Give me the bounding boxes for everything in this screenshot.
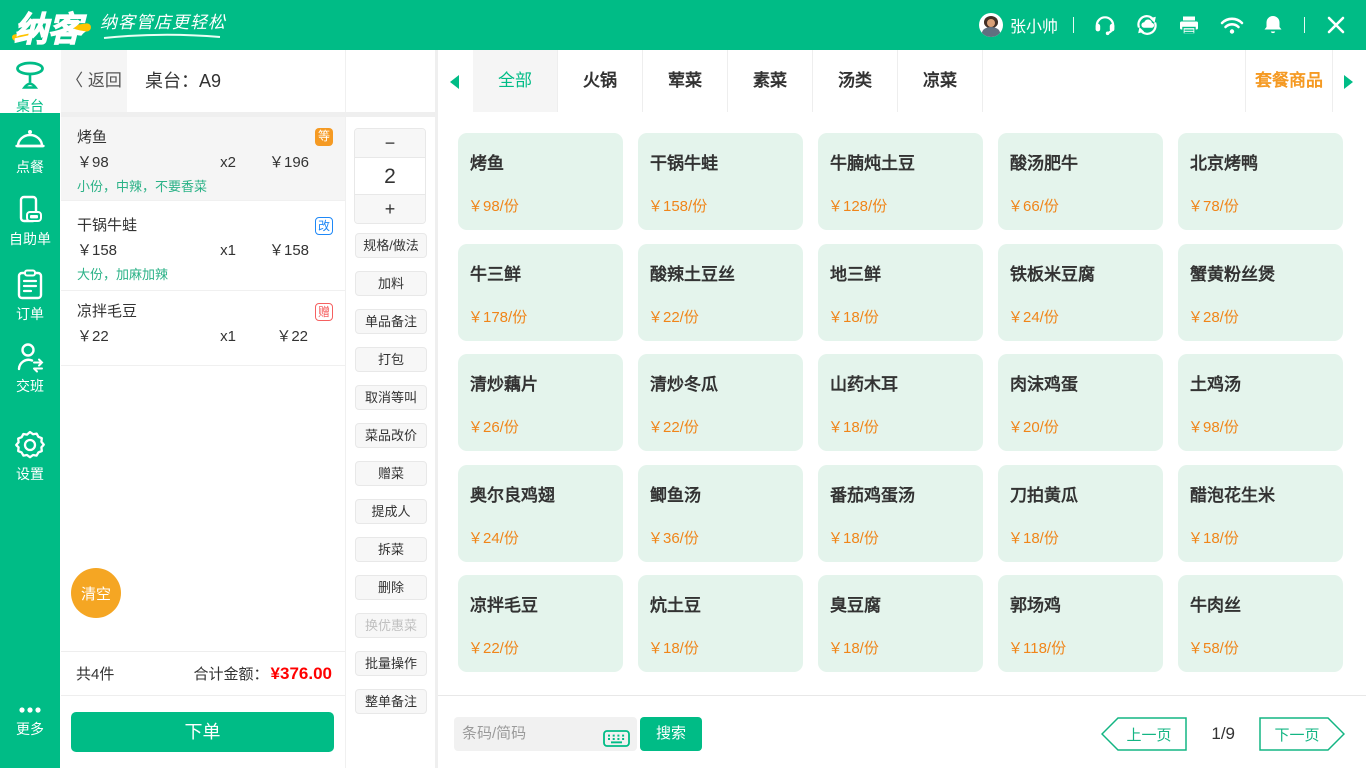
svg-text:下一页: 下一页 xyxy=(1274,727,1319,744)
svg-text:上一页: 上一页 xyxy=(1127,727,1172,744)
